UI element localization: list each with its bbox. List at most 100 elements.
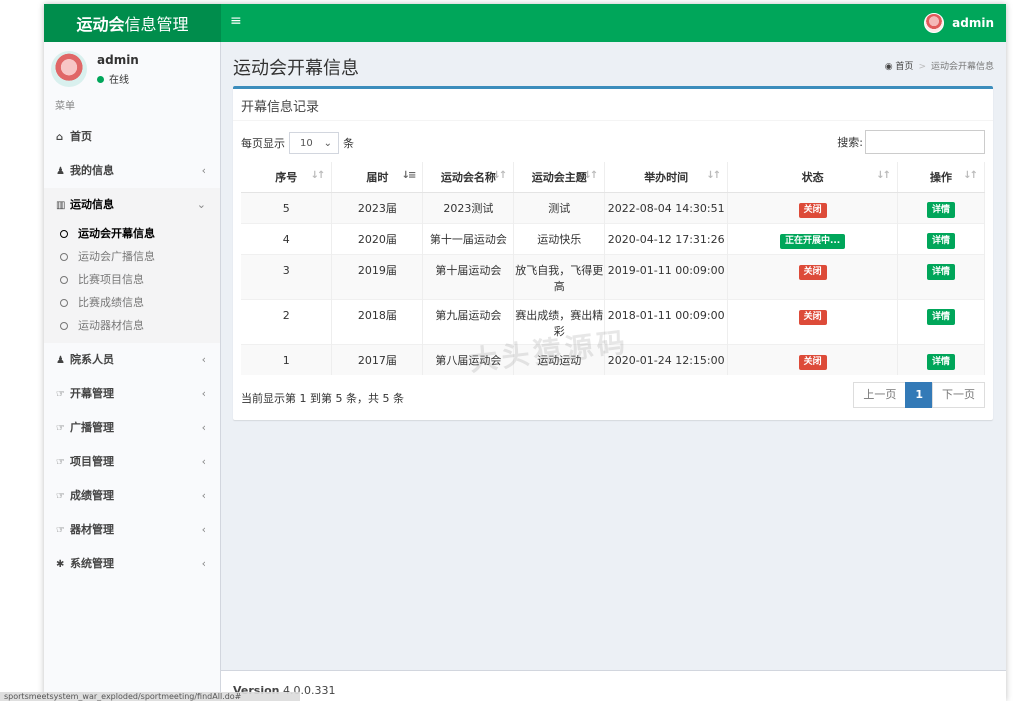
sidebar-item-department[interactable]: ♟ 院系人员 ‹: [44, 343, 220, 377]
column-header-time[interactable]: 举办时间 ↓↑: [604, 162, 729, 193]
chevron-left-icon: ‹: [201, 489, 206, 502]
table-row: 1 2017届 第八届运动会 运动运动 2020-01-24 12:15:00 …: [241, 343, 985, 375]
cell-no: 5: [241, 191, 333, 223]
hand-pointer-icon: ☞: [56, 525, 65, 536]
table-row: 2 2018届 第九届运动会 赛出成绩，赛出精彩 2018-01-11 00:0…: [241, 298, 985, 344]
submenu-item-results[interactable]: 比赛成绩信息: [44, 291, 220, 314]
column-header-status[interactable]: 状态 ↓↑: [727, 162, 899, 193]
sort-icon: ↓↑: [706, 170, 721, 181]
column-header-action[interactable]: 操作 ↓↑: [897, 162, 985, 193]
hand-pointer-icon: ☞: [56, 389, 65, 400]
circle-icon: [60, 322, 68, 330]
sidebar: admin 在线 菜单 ⌂ 首页 ♟ 我的信息 ‹ ▥ 运动信息 ⌄ 运动会开幕信息 运动…: [44, 42, 221, 701]
sort-desc-icon: ↓≡: [401, 170, 417, 181]
hand-pointer-icon: ☞: [56, 423, 65, 434]
user-panel: admin 在线: [44, 42, 220, 94]
search-input[interactable]: [865, 130, 985, 154]
search-control: 搜索:: [837, 130, 985, 154]
sport-info-submenu: 运动会开幕信息 运动会广播信息 比赛项目信息 比赛成绩信息 运动器材信息: [44, 222, 220, 343]
column-header-session[interactable]: 届时 ↓≡: [331, 162, 424, 193]
submenu-item-label: 比赛成绩信息: [78, 296, 144, 309]
cell-no: 2: [241, 298, 333, 344]
submenu-item-equipment[interactable]: 运动器材信息: [44, 314, 220, 337]
online-status-label: 在线: [109, 75, 129, 86]
sidebar-toggle-icon[interactable]: ≡: [230, 13, 242, 29]
sidebar-item-label: 开幕管理: [70, 387, 114, 400]
submenu-item-opening[interactable]: 运动会开幕信息: [44, 222, 220, 245]
cell-time: 2022-08-04 14:30:51: [604, 191, 729, 223]
chevron-left-icon: ‹: [201, 353, 206, 366]
dashboard-icon: ◉: [884, 62, 893, 72]
cell-action: 详情: [897, 191, 985, 223]
online-dot-icon: [97, 76, 104, 83]
footer: Version 4.0.0.331: [221, 670, 1006, 701]
sort-icon: ↓↑: [963, 170, 978, 181]
column-header-name[interactable]: 运动会名称 ↓↑: [422, 162, 515, 193]
user-menu[interactable]: admin: [924, 4, 994, 42]
detail-button[interactable]: 详情: [927, 232, 956, 249]
column-header-no[interactable]: 序号 ↓↑: [241, 162, 333, 193]
cell-session: 2019届: [331, 253, 424, 299]
gear-icon: ✱: [56, 559, 65, 570]
status-badge: 关闭: [798, 202, 827, 218]
page-1-button[interactable]: 1: [905, 382, 933, 408]
status-badge: 关闭: [798, 354, 827, 370]
search-label: 搜索:: [837, 136, 863, 149]
sidebar-item-score-mgmt[interactable]: ☞ 成绩管理 ‹: [44, 479, 220, 513]
chevron-left-icon: ‹: [201, 164, 206, 177]
cell-time: 2020-01-24 12:15:00: [604, 343, 729, 375]
hand-pointer-icon: ☞: [56, 491, 65, 502]
cell-name: 第八届运动会: [422, 343, 515, 375]
cell-time: 2018-01-11 00:09:00: [604, 298, 729, 344]
submenu-item-label: 运动会广播信息: [78, 250, 155, 263]
table-row: 3 2019届 第十届运动会 放飞自我，飞得更高 2019-01-11 00:0…: [241, 253, 985, 299]
sidebar-item-broadcast-mgmt[interactable]: ☞ 广播管理 ‹: [44, 411, 220, 445]
status-badge: 关闭: [798, 309, 827, 325]
submenu-item-broadcast[interactable]: 运动会广播信息: [44, 245, 220, 268]
sidebar-item-home[interactable]: ⌂ 首页: [44, 120, 220, 154]
circle-icon: [60, 299, 68, 307]
breadcrumb-home-link[interactable]: 首页: [895, 62, 913, 72]
cell-name: 第十届运动会: [422, 253, 515, 299]
sidebar-item-sport-info[interactable]: ▥ 运动信息 ⌄: [44, 188, 220, 222]
next-page-button[interactable]: 下一页: [932, 382, 985, 408]
app-window: 运动会 信息管理 ≡ admin admin 在线 菜单 ⌂ 首页 ♟ 我的信息 ‹ ▥…: [44, 4, 1006, 701]
cell-action: 详情: [897, 253, 985, 299]
sidebar-item-project-mgmt[interactable]: ☞ 项目管理 ‹: [44, 445, 220, 479]
top-navbar: 运动会 信息管理 ≡ admin: [44, 4, 1006, 42]
column-label: 届时: [366, 170, 389, 184]
cell-no: 1: [241, 343, 333, 375]
records-table: 序号 ↓↑ 届时 ↓≡ 运动会名称 ↓↑ 运动会主题 ↓↑ 举办时间 ↓↑ 状态 ↓↑ 操作…: [241, 162, 985, 375]
sidebar-item-system-mgmt[interactable]: ✱ 系统管理 ‹: [44, 547, 220, 581]
column-label: 状态: [801, 170, 824, 184]
cell-session: 2017届: [331, 343, 424, 375]
sidebar-item-label: 系统管理: [70, 557, 114, 570]
detail-button[interactable]: 详情: [927, 308, 956, 325]
cell-theme: 运动快乐: [513, 222, 606, 254]
detail-button[interactable]: 详情: [927, 263, 956, 280]
column-label: 操作: [930, 170, 952, 184]
cell-status: 关闭: [727, 343, 899, 375]
avatar: [924, 13, 945, 33]
detail-button[interactable]: 详情: [927, 201, 956, 218]
sidebar-item-my-info[interactable]: ♟ 我的信息 ‹: [44, 154, 220, 188]
sidebar-item-label: 器材管理: [70, 523, 114, 536]
submenu-item-events[interactable]: 比赛项目信息: [44, 268, 220, 291]
column-header-theme[interactable]: 运动会主题 ↓↑: [513, 162, 606, 193]
users-icon: ♟: [56, 355, 65, 366]
sidebar-item-opening-mgmt[interactable]: ☞ 开幕管理 ‹: [44, 377, 220, 411]
submenu-item-label: 运动器材信息: [78, 319, 144, 332]
prev-page-button[interactable]: 上一页: [853, 382, 907, 408]
page-length-select[interactable]: 10 ⌄: [289, 132, 339, 154]
sort-icon: ↓↑: [310, 170, 326, 181]
chevron-left-icon: ‹: [201, 523, 206, 536]
app-logo[interactable]: 运动会 信息管理: [44, 4, 221, 42]
detail-button[interactable]: 详情: [927, 353, 956, 370]
user-menu-name: admin: [952, 16, 994, 30]
sidebar-item-equipment-mgmt[interactable]: ☞ 器材管理 ‹: [44, 513, 220, 547]
cell-action: 详情: [897, 343, 985, 375]
sidebar-item-label: 运动信息: [70, 198, 114, 211]
chevron-left-icon: ‹: [201, 387, 206, 400]
page-length-control: 每页显示 10 ⌄ 条: [241, 132, 354, 154]
circle-icon: [60, 276, 68, 284]
